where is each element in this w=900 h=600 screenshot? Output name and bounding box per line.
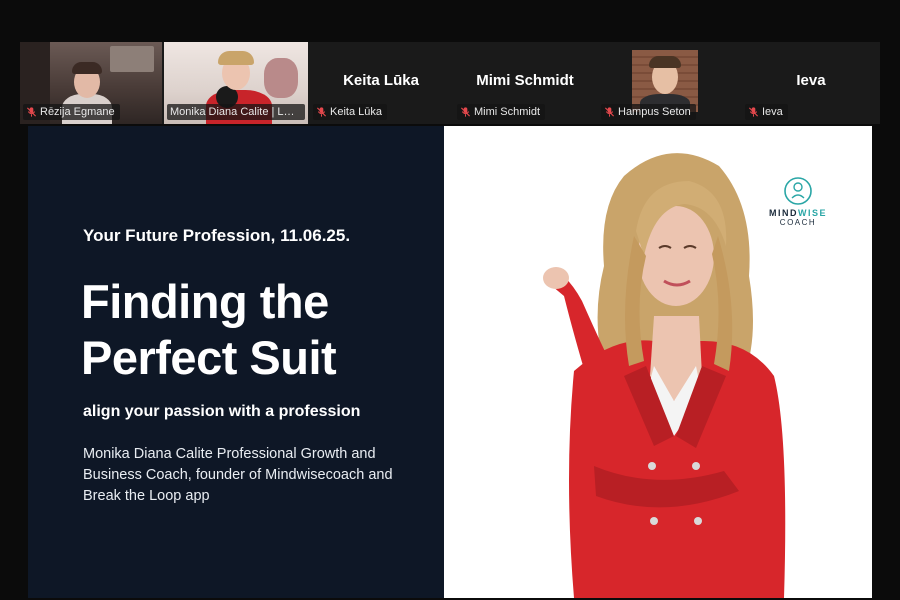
event-line: Your Future Profession, 11.06.25. bbox=[83, 226, 351, 245]
participant-nametag: Mimi Schmidt bbox=[457, 104, 546, 120]
muted-mic-icon bbox=[748, 107, 759, 117]
muted-mic-icon bbox=[316, 107, 327, 117]
participant-display-name: Ieva bbox=[796, 72, 826, 89]
participant-display-name: Keita Lūka bbox=[343, 72, 419, 89]
mindwise-logo-icon bbox=[784, 177, 812, 205]
logo-brand-part1: MIND bbox=[768, 208, 798, 218]
slide-headline: Finding the Perfect Suit bbox=[81, 275, 337, 384]
camera-feed bbox=[632, 50, 698, 112]
participant-name: Mimi Schmidt bbox=[474, 106, 541, 118]
participant-nametag: Hampus Seton bbox=[601, 104, 696, 120]
muted-mic-icon bbox=[604, 107, 615, 117]
logo-brand-text: MINDWISE bbox=[764, 208, 832, 218]
participant-name: Hampus Seton bbox=[618, 106, 691, 118]
participant-name: Monika Diana Calite | Lai... bbox=[170, 106, 300, 118]
participant-name: Keita Lūka bbox=[330, 106, 382, 118]
participant-tile-monika[interactable]: Monika Diana Calite | Lai... bbox=[164, 42, 308, 124]
participant-display-name: Mimi Schmidt bbox=[476, 72, 574, 89]
participant-tile-ieva[interactable]: Ieva Ieva bbox=[742, 42, 880, 124]
participant-name: Rēzija Egmane bbox=[40, 106, 115, 118]
participant-nametag: Keita Lūka bbox=[313, 104, 387, 120]
participant-name: Ieva bbox=[762, 106, 783, 118]
participant-nametag: Rēzija Egmane bbox=[23, 104, 120, 120]
mindwise-coach-logo: MINDWISE COACH bbox=[764, 176, 832, 228]
participant-tile-rezija[interactable]: Rēzija Egmane bbox=[20, 42, 162, 124]
speaker-bio: Monika Diana Calite Professional Growth … bbox=[83, 446, 393, 504]
participant-strip: Rēzija Egmane Monika Diana Calite | Lai.… bbox=[20, 42, 880, 124]
slide-photo-panel: MINDWISE COACH bbox=[444, 126, 872, 598]
slide-text-panel: Your Future Profession, 11.06.25. Findin… bbox=[28, 126, 444, 598]
zoom-meeting-window: Rēzija Egmane Monika Diana Calite | Lai.… bbox=[0, 0, 900, 600]
logo-sub-text: COACH bbox=[779, 218, 817, 227]
shared-screen[interactable]: Your Future Profession, 11.06.25. Findin… bbox=[28, 126, 872, 598]
participant-tile-mimi[interactable]: Mimi Schmidt Mimi Schmidt bbox=[454, 42, 596, 124]
participant-tile-hampus[interactable]: Hampus Seton bbox=[598, 42, 740, 124]
participant-nametag: Ieva bbox=[745, 104, 788, 120]
muted-mic-icon bbox=[26, 107, 37, 117]
participant-nametag: Monika Diana Calite | Lai... bbox=[167, 104, 305, 120]
participant-tile-keita[interactable]: Keita Lūka Keita Lūka bbox=[310, 42, 452, 124]
logo-brand-part2: WISE bbox=[797, 208, 827, 218]
muted-mic-icon bbox=[460, 107, 471, 117]
slide-tagline: align your passion with a profession bbox=[83, 403, 361, 420]
